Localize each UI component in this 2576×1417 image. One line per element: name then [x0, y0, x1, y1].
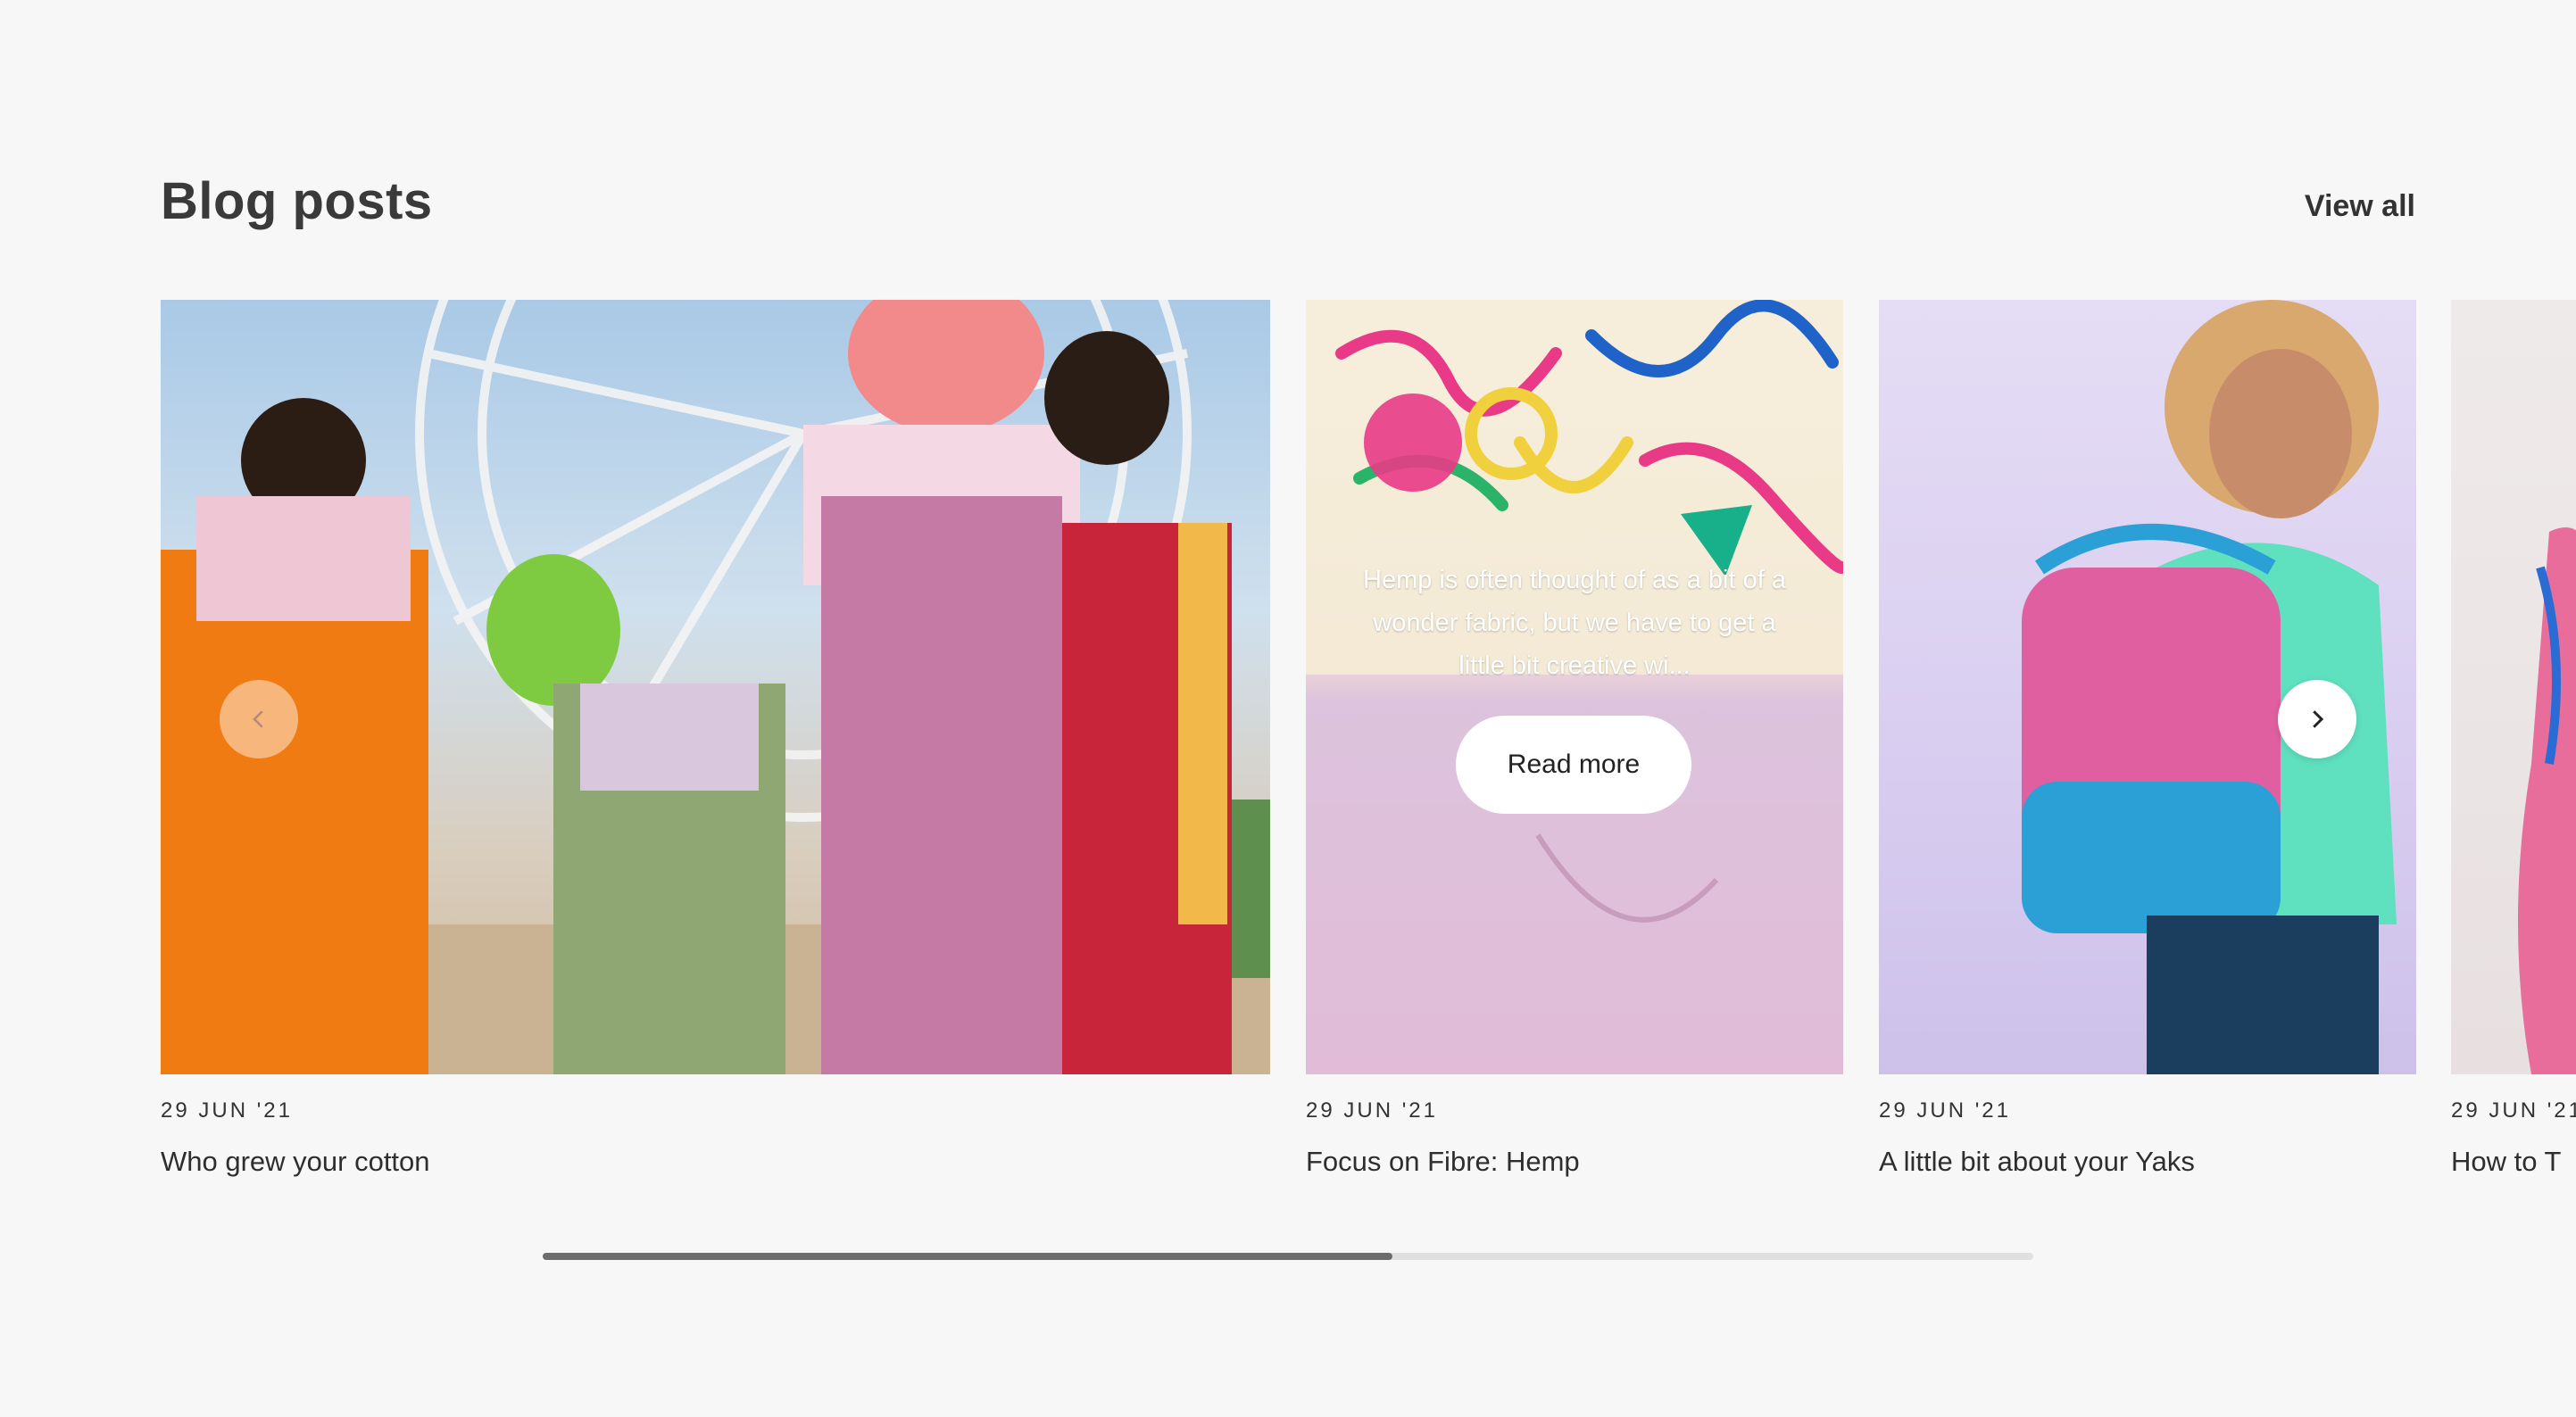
blog-carousel[interactable]: 29 JUN '21 Who grew your cotton Hemp is … — [0, 300, 2576, 1192]
chevron-left-icon — [253, 710, 263, 728]
ferris-wheel-photo — [161, 300, 1270, 1074]
view-all-link[interactable]: View all — [2305, 189, 2415, 224]
blog-card-date: 29 JUN '21 — [1879, 1098, 2011, 1123]
carousel-prev-button[interactable] — [220, 680, 298, 758]
hemp-fabric-photo — [1306, 300, 1843, 1074]
blog-card-title[interactable]: Who grew your cotton — [161, 1146, 430, 1178]
blog-card-date: 29 JUN '21 — [161, 1098, 293, 1123]
blog-card-date: 29 JUN '21 — [1306, 1098, 1438, 1123]
blog-card-title[interactable]: Focus on Fibre: Hemp — [1306, 1146, 1580, 1178]
blog-card-image[interactable]: Hemp is often thought of as a bit of a w… — [1306, 300, 1843, 1074]
blog-card[interactable]: Hemp is often thought of as a bit of a w… — [1306, 300, 1843, 1177]
blog-card[interactable]: 29 JUN '21 Who grew your cotton — [161, 300, 1270, 1177]
blog-card-title[interactable]: How to T — [2451, 1146, 2561, 1178]
carousel-next-button[interactable] — [2278, 680, 2356, 758]
blog-card[interactable]: 29 JUN '21 How to T — [2451, 300, 2576, 1177]
blog-card-image[interactable] — [161, 300, 1270, 1074]
read-more-button[interactable]: Read more — [1456, 716, 1691, 814]
blog-card-title[interactable]: A little bit about your Yaks — [1879, 1146, 2195, 1178]
blog-card-date: 29 JUN '21 — [2451, 1098, 2576, 1123]
partial-photo — [2518, 527, 2576, 1074]
section-title: Blog posts — [161, 172, 433, 230]
carousel-scrollbar[interactable] — [543, 1253, 2033, 1260]
blog-card-image[interactable] — [2451, 300, 2576, 1074]
blog-card-excerpt: Hemp is often thought of as a bit of a w… — [1363, 566, 1786, 680]
carousel-scrollbar-thumb[interactable] — [543, 1253, 1392, 1260]
chevron-right-icon — [2313, 710, 2324, 728]
